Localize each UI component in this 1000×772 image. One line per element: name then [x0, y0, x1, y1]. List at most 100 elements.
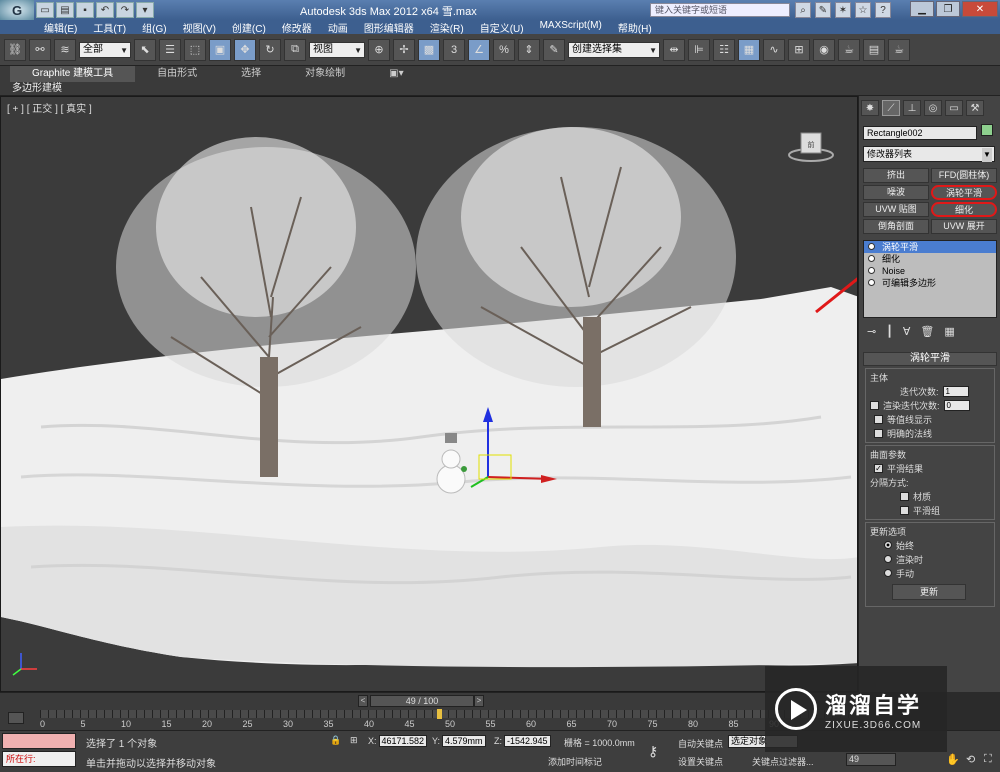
track-bar[interactable]: 051015202530354045505560657075808590: [0, 708, 858, 730]
uvw-map-button[interactable]: UVW 贴图: [863, 202, 929, 217]
iterations-spinner[interactable]: 1: [942, 385, 969, 397]
window-crossing-icon[interactable]: ▣: [209, 38, 231, 61]
display-tab-icon[interactable]: ▭: [945, 100, 963, 116]
named-selection-select[interactable]: 创建选择集: [568, 41, 660, 58]
minimize-button[interactable]: ▁: [910, 1, 934, 17]
menu-maxscript[interactable]: MAXScript(M): [540, 20, 602, 34]
app-logo-icon[interactable]: G: [0, 0, 34, 20]
track-ruler[interactable]: [40, 710, 850, 718]
next-frame-arrow-icon[interactable]: >: [474, 695, 484, 707]
x-value[interactable]: 46171.582: [378, 735, 428, 747]
smoothing-groups-checkbox[interactable]: [900, 505, 909, 515]
keyboard-shortcut-icon[interactable]: ▩: [418, 38, 440, 61]
turbosmooth-button[interactable]: 涡轮平滑: [931, 185, 997, 200]
expand-icon[interactable]: [868, 279, 875, 286]
utilities-tab-icon[interactable]: ⚒: [966, 100, 984, 116]
render-production-icon[interactable]: ☕: [888, 38, 910, 61]
quick-access-dropdown-icon[interactable]: ▾: [136, 2, 154, 18]
ffd-cylinder-button[interactable]: FFD(圆柱体): [931, 168, 997, 183]
menu-customize[interactable]: 自定义(U): [480, 20, 524, 35]
pan-hand-icon[interactable]: ✋: [946, 753, 960, 766]
menu-edit[interactable]: 编辑(E): [44, 20, 77, 35]
create-tab-icon[interactable]: ✸: [861, 100, 879, 116]
undo-icon[interactable]: ↶: [96, 2, 114, 18]
hierarchy-tab-icon[interactable]: ⊥: [903, 100, 921, 116]
angle-snap-icon[interactable]: ∠: [468, 38, 490, 61]
current-frame-field[interactable]: 49: [846, 753, 896, 766]
stack-item-editable-poly[interactable]: 可编辑多边形: [864, 277, 996, 289]
manually-radio[interactable]: [884, 569, 892, 577]
menu-modifiers[interactable]: 修改器: [282, 20, 312, 35]
materials-checkbox[interactable]: [900, 491, 909, 501]
menu-rendering[interactable]: 渲染(R): [430, 20, 464, 35]
rect-selection-icon[interactable]: ⬚: [184, 38, 206, 61]
when-rendering-radio[interactable]: [884, 555, 892, 563]
lock-selection-icon[interactable]: 🔒: [330, 735, 341, 746]
menu-animation[interactable]: 动画: [328, 20, 348, 35]
open-file-icon[interactable]: ▤: [56, 2, 74, 18]
menu-create[interactable]: 创建(C): [232, 20, 266, 35]
tab-graphite-modeling[interactable]: Graphite 建模工具: [10, 66, 136, 82]
tab-object-paint[interactable]: 对象绘制: [283, 66, 367, 82]
orbit-icon[interactable]: ⟲: [966, 753, 975, 766]
show-end-result-icon[interactable]: ┃: [886, 325, 893, 338]
auto-key-button[interactable]: 自动关键点: [678, 737, 723, 750]
visibility-bulb-icon[interactable]: [868, 267, 875, 274]
tab-freeform[interactable]: 自由形式: [135, 66, 219, 82]
edit-named-selection-icon[interactable]: ✎: [543, 38, 565, 61]
add-time-tag-button[interactable]: 添加时间标记: [548, 755, 602, 768]
viewport-label[interactable]: [ + ] [ 正交 ] [ 真实 ]: [7, 100, 92, 115]
always-radio[interactable]: [884, 541, 892, 549]
prev-frame-arrow-icon[interactable]: <: [358, 695, 368, 707]
search-input[interactable]: 键入关键字或短语: [650, 3, 790, 17]
reference-coord-select[interactable]: 视图: [309, 41, 365, 58]
render-iters-checkbox[interactable]: [870, 400, 879, 410]
menu-group[interactable]: 组(G): [142, 20, 166, 35]
render-iters-spinner[interactable]: 0: [943, 399, 970, 411]
time-slider-handle[interactable]: 49 / 100: [370, 695, 474, 707]
pin-stack-icon[interactable]: ⊸: [867, 325, 876, 338]
z-value[interactable]: -1542.945: [504, 735, 551, 747]
maxscript-mini-listener[interactable]: 所在行:: [2, 751, 76, 767]
select-rotate-icon[interactable]: ↻: [259, 38, 281, 61]
menu-views[interactable]: 视图(V): [183, 20, 216, 35]
close-button[interactable]: ✕: [962, 1, 998, 17]
explicit-normals-checkbox[interactable]: [874, 428, 883, 438]
layer-manager-icon[interactable]: ☷: [713, 38, 735, 61]
tab-selection[interactable]: 选择: [219, 66, 283, 82]
spinner-snap-icon[interactable]: ⇕: [518, 38, 540, 61]
menu-graph-editors[interactable]: 图形编辑器: [364, 20, 414, 35]
configure-sets-icon[interactable]: ▦: [944, 325, 954, 338]
remove-modifier-icon[interactable]: 🗑: [920, 325, 934, 338]
link-icon[interactable]: ⛓: [4, 38, 26, 61]
redo-icon[interactable]: ↷: [116, 2, 134, 18]
select-object-icon[interactable]: ⬉: [134, 38, 156, 61]
ribbon-options-icon[interactable]: ▣▾: [367, 66, 425, 82]
tools-icon[interactable]: ✎: [815, 2, 831, 18]
key-icon[interactable]: ⚷: [648, 743, 658, 760]
unwrap-uvw-button[interactable]: UVW 展开: [931, 219, 997, 234]
isoline-checkbox[interactable]: [874, 414, 883, 424]
curve-editor-icon[interactable]: ∿: [763, 38, 785, 61]
select-manipulate-icon[interactable]: ✢: [393, 38, 415, 61]
snap-toggle-icon[interactable]: 3: [443, 38, 465, 61]
percent-snap-icon[interactable]: %: [493, 38, 515, 61]
noise-button[interactable]: 噪波: [863, 185, 929, 200]
visibility-bulb-icon[interactable]: [868, 243, 875, 250]
smooth-result-checkbox[interactable]: ✓: [874, 463, 883, 473]
viewcube-icon[interactable]: 前: [787, 129, 835, 163]
y-value[interactable]: 4.579mm: [442, 735, 486, 747]
polygon-modeling-panel[interactable]: 多边形建模: [0, 82, 1000, 96]
new-file-icon[interactable]: ▭: [36, 2, 54, 18]
communication-icon[interactable]: ✶: [835, 2, 851, 18]
time-slider[interactable]: < 49 / 100 >: [0, 692, 858, 708]
schematic-view-icon[interactable]: ⊞: [788, 38, 810, 61]
tessellate-button[interactable]: 细化: [931, 202, 997, 217]
stack-item-noise[interactable]: Noise: [864, 265, 996, 277]
selection-filter-select[interactable]: 全部: [79, 41, 131, 58]
bind-spacewarp-icon[interactable]: ≋: [54, 38, 76, 61]
turbosmooth-rollout-header[interactable]: 涡轮平滑: [863, 352, 997, 366]
select-by-name-icon[interactable]: ☰: [159, 38, 181, 61]
align-icon[interactable]: ⊫: [688, 38, 710, 61]
stack-item-turbosmooth[interactable]: 涡轮平滑: [864, 241, 996, 253]
